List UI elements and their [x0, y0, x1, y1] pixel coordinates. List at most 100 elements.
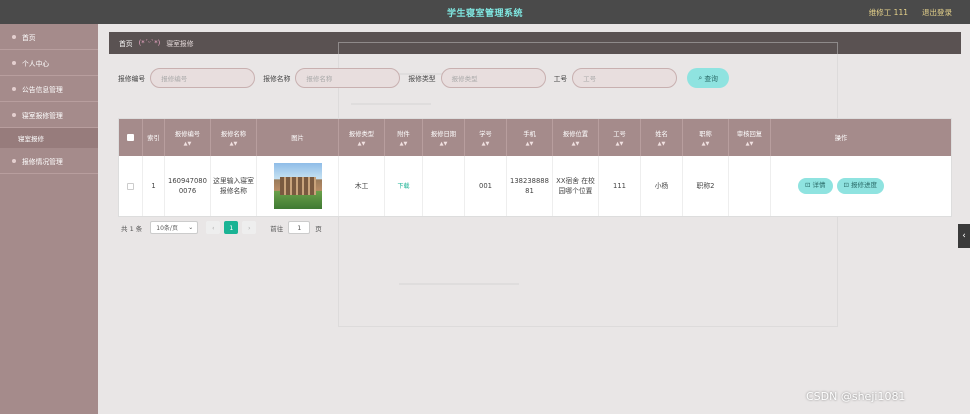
sort-icon: ▲▼	[657, 140, 666, 147]
sidebar-item-label: 公告信息管理	[22, 85, 63, 94]
sidebar-item-label: 首页	[22, 33, 36, 42]
cell-image	[257, 156, 339, 216]
cell-student-no: 001	[465, 156, 507, 216]
col-header: 图片	[257, 119, 339, 156]
next-page-button[interactable]: ›	[242, 221, 257, 234]
cell-date	[423, 156, 465, 216]
breadcrumb-current: 寝室报修	[166, 40, 194, 48]
progress-icon: ⊡	[843, 181, 852, 190]
sort-icon: ▲▼	[357, 140, 366, 147]
col-header: 操作	[834, 135, 848, 142]
sidebar-item-profile[interactable]: 个人中心	[0, 50, 98, 76]
page-unit-label: 页	[315, 224, 322, 233]
col-header[interactable]: 报修名称 ▲▼	[211, 119, 257, 156]
row-checkbox[interactable]	[127, 182, 134, 190]
filter-bar: 报修编号 报修编号 报修名称 报修名称 报修类型 报修类型 工号 工号 ⌕ 查询	[118, 68, 730, 88]
cell-phone: 13823888881	[507, 156, 553, 216]
goto-page-input[interactable]: 1	[288, 221, 311, 234]
top-bar: 学生寝室管理系统 维修工 111 退出登录	[0, 0, 970, 24]
cell-type: 木工	[339, 156, 385, 216]
bullet-icon	[12, 86, 16, 91]
col-header: 索引	[143, 119, 165, 156]
row-select-cell[interactable]	[119, 156, 143, 216]
col-header[interactable]: 工号 ▲▼	[599, 119, 641, 156]
col-header[interactable]: 报修日期 ▲▼	[423, 119, 465, 156]
chevron-down-icon: ⌄	[188, 224, 194, 231]
search-button[interactable]: ⌕ 查询	[687, 68, 730, 88]
repair-name-input[interactable]: 报修名称	[295, 68, 401, 88]
logout-link[interactable]: 退出登录	[922, 7, 952, 18]
repair-code-input[interactable]: 报修编号	[150, 68, 256, 88]
sidebar-item-home[interactable]: 首页	[0, 24, 98, 50]
cell-name: 这里输入寝室报修名称	[211, 156, 257, 216]
detail-button[interactable]: ⊡ 详情	[797, 178, 833, 194]
goto-label: 前往	[270, 224, 284, 233]
cell-worker-name: 小杨	[641, 156, 683, 216]
worker-no-input[interactable]: 工号	[572, 68, 678, 88]
sidebar-item-notices[interactable]: 公告信息管理	[0, 76, 98, 102]
filter-label-worker: 工号	[553, 75, 568, 83]
current-user[interactable]: 维修工 111	[869, 7, 908, 18]
table-header: 索引 报修编号 ▲▼ 报修名称 ▲▼ 图片 报修类型 ▲▼ 附件 ▲▼ 报修日期 ▲▼ 学…	[119, 119, 951, 156]
sidebar-item-label: 报修情况管理	[22, 157, 63, 166]
download-link[interactable]: 下载	[385, 156, 423, 216]
chevron-left-icon: ‹	[962, 231, 966, 241]
cell-title: 职称2	[683, 156, 729, 216]
repair-table: 索引 报修编号 ▲▼ 报修名称 ▲▼ 图片 报修类型 ▲▼ 附件 ▲▼ 报修日期 ▲▼ 学…	[118, 118, 952, 217]
col-header[interactable]: 报修位置 ▲▼	[553, 119, 599, 156]
col-header[interactable]: 报修类型 ▲▼	[339, 119, 385, 156]
progress-button[interactable]: ⊡ 报修进度	[836, 178, 885, 194]
sort-icon: ▲▼	[439, 140, 448, 147]
sidebar-item-label: 个人中心	[22, 59, 50, 68]
sort-icon: ▲▼	[701, 140, 710, 147]
repair-type-input[interactable]: 报修类型	[440, 68, 546, 88]
filter-label-type: 报修类型	[408, 75, 436, 83]
breadcrumb-home[interactable]: 首页	[119, 38, 133, 48]
breadcrumb: 首页 (*ˊᵕˋ*) 寝室报修	[109, 32, 961, 54]
sort-icon: ▲▼	[229, 140, 238, 147]
select-all-checkbox[interactable]	[127, 134, 134, 141]
prev-page-button[interactable]: ‹	[206, 221, 221, 234]
cell-actions: ⊡ 详情 ⊡ 报修进度	[771, 156, 911, 216]
app-title: 学生寝室管理系统	[446, 8, 523, 19]
bullet-icon	[12, 34, 16, 39]
breadcrumb-separator: (*ˊᵕˋ*)	[138, 39, 161, 47]
select-all-cell[interactable]	[119, 119, 143, 156]
sidebar-item-label: 寝室报修管理	[22, 111, 63, 120]
filter-label-code: 报修编号	[118, 75, 146, 83]
col-header[interactable]: 报修编号 ▲▼	[165, 119, 211, 156]
sort-icon: ▲▼	[615, 140, 624, 147]
cell-code: 1609470800076	[165, 156, 211, 216]
col-header[interactable]: 附件 ▲▼	[385, 119, 423, 156]
sidebar-item-repair-status[interactable]: 报修情况管理	[0, 148, 98, 174]
collapse-tab[interactable]: ‹	[958, 224, 970, 248]
sort-icon: ▲▼	[571, 140, 580, 147]
sort-icon: ▲▼	[183, 140, 192, 147]
page-size-select[interactable]: 10条/页 ⌄	[150, 221, 199, 234]
cell-location: XX宿舍 在校园哪个位置	[553, 156, 599, 216]
col-header[interactable]: 学号 ▲▼	[465, 119, 507, 156]
sort-icon: ▲▼	[481, 140, 490, 147]
cell-worker-no: 111	[599, 156, 641, 216]
bullet-icon	[12, 60, 16, 65]
sort-icon: ▲▼	[525, 140, 534, 147]
pagination: 共 1 条 10条/页 ⌄ ‹ 1 › 前往 1 页	[121, 221, 322, 234]
sort-icon: ▲▼	[399, 140, 408, 147]
detail-icon: ⊡	[804, 181, 813, 190]
total-count: 共 1 条	[121, 224, 143, 233]
col-header[interactable]: 姓名 ▲▼	[641, 119, 683, 156]
cell-index: 1	[143, 156, 165, 216]
col-header[interactable]: 审核回复 ▲▼	[729, 119, 771, 156]
sidebar-item-repair-management[interactable]: 寝室报修管理	[0, 102, 98, 128]
table-row: 1 1609470800076 这里输入寝室报修名称 木工 下载 001 138…	[119, 156, 951, 216]
sidebar: 首页 个人中心 公告信息管理 寝室报修管理 寝室报修 报修情况管理	[0, 24, 98, 414]
watermark: CSDN @sheji1081	[806, 390, 906, 403]
filter-label-name: 报修名称	[263, 75, 291, 83]
col-header[interactable]: 职称 ▲▼	[683, 119, 729, 156]
sort-icon: ▲▼	[745, 140, 754, 147]
page-number-current[interactable]: 1	[224, 221, 239, 234]
cell-reply	[729, 156, 771, 216]
sidebar-subitem-repair[interactable]: 寝室报修	[0, 128, 98, 148]
repair-photo	[273, 163, 322, 209]
col-header[interactable]: 手机 ▲▼	[507, 119, 553, 156]
